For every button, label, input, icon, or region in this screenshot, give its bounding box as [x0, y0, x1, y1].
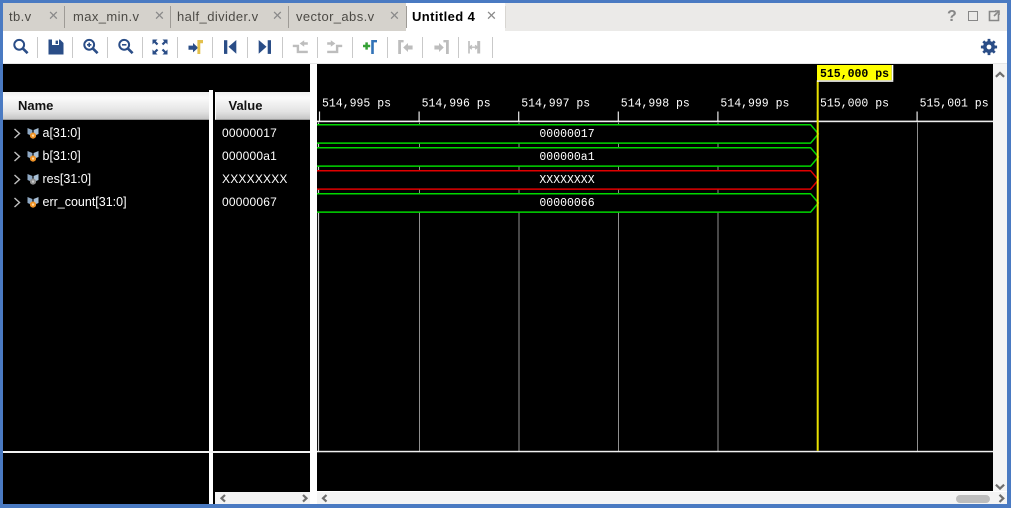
svg-text:514,998 ps: 514,998 ps [621, 98, 690, 111]
svg-text:515,001 ps: 515,001 ps [920, 98, 989, 111]
svg-text:514,995 ps: 514,995 ps [322, 98, 391, 111]
svg-text:XXXXXXXX: XXXXXXXX [539, 174, 594, 187]
svg-text:515,000 ps: 515,000 ps [820, 68, 889, 81]
svg-text:514,996 ps: 514,996 ps [422, 98, 491, 111]
svg-text:00000066: 00000066 [539, 197, 594, 210]
svg-text:515,000 ps: 515,000 ps [820, 98, 889, 111]
svg-text:514,997 ps: 514,997 ps [521, 98, 590, 111]
svg-text:000000a1: 000000a1 [539, 151, 594, 164]
svg-text:514,999 ps: 514,999 ps [720, 98, 789, 111]
svg-text:00000017: 00000017 [539, 128, 594, 141]
